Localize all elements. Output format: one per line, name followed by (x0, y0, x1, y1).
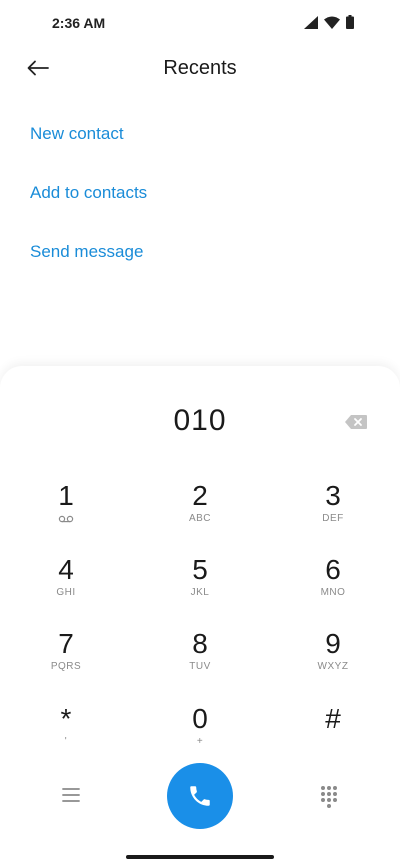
key-6[interactable]: 6 MNO (283, 554, 383, 610)
dialpad-toggle-button[interactable] (318, 784, 340, 808)
key-8[interactable]: 8 TUV (150, 628, 250, 684)
key-9[interactable]: 9 WXYZ (283, 628, 383, 684)
backspace-button[interactable] (343, 412, 369, 432)
home-indicator[interactable] (126, 855, 274, 859)
page-title: Recents (163, 57, 237, 79)
key-star[interactable]: * ' (16, 703, 116, 759)
phone-icon (190, 786, 210, 806)
key-letters: GHI (56, 587, 76, 598)
key-letters: + (196, 736, 204, 747)
dialpad-icon (321, 786, 337, 808)
key-letters: WXYZ (317, 661, 349, 672)
key-letters: ' (64, 736, 68, 747)
new-contact-link[interactable]: New contact (30, 124, 124, 144)
status-time: 2:36 AM (52, 15, 106, 31)
header: Recents (0, 44, 400, 92)
battery-icon (346, 15, 354, 29)
key-digit: 2 (192, 480, 208, 511)
key-2[interactable]: 2 ABC (150, 480, 250, 536)
key-letters: PQRS (50, 661, 82, 672)
menu-icon (62, 788, 80, 802)
key-digit: # (325, 703, 341, 734)
key-letters: ABC (188, 513, 212, 524)
key-hash[interactable]: # (283, 703, 383, 759)
key-digit: 0 (192, 703, 208, 734)
send-message-link[interactable]: Send message (30, 242, 143, 262)
key-digit: 7 (58, 628, 74, 659)
key-digit: * (60, 703, 72, 734)
call-button[interactable] (167, 763, 233, 829)
voicemail-icon (58, 515, 74, 523)
key-digit: 1 (58, 480, 74, 511)
dialed-number: 010 (173, 404, 227, 437)
wifi-icon (324, 16, 340, 29)
key-0[interactable]: 0 + (150, 703, 250, 759)
signal-icon (304, 15, 318, 29)
key-digit: 4 (58, 554, 74, 585)
key-3[interactable]: 3 DEF (283, 480, 383, 536)
key-digit: 5 (192, 554, 208, 585)
key-digit: 6 (325, 554, 341, 585)
key-digit: 8 (192, 628, 208, 659)
key-4[interactable]: 4 GHI (16, 554, 116, 610)
status-icons (304, 15, 354, 29)
backspace-icon (345, 415, 367, 429)
status-bar: 2:36 AM (0, 0, 400, 44)
key-digit: 9 (325, 628, 341, 659)
menu-button[interactable] (59, 785, 83, 805)
key-5[interactable]: 5 JKL (150, 554, 250, 610)
key-7[interactable]: 7 PQRS (16, 628, 116, 684)
key-letters: JKL (190, 587, 210, 598)
key-letters: MNO (320, 587, 346, 598)
key-digit: 3 (325, 480, 341, 511)
key-letters: DEF (322, 513, 344, 524)
key-letters: TUV (189, 661, 211, 672)
add-to-contacts-link[interactable]: Add to contacts (30, 183, 147, 203)
key-1[interactable]: 1 (16, 480, 116, 536)
